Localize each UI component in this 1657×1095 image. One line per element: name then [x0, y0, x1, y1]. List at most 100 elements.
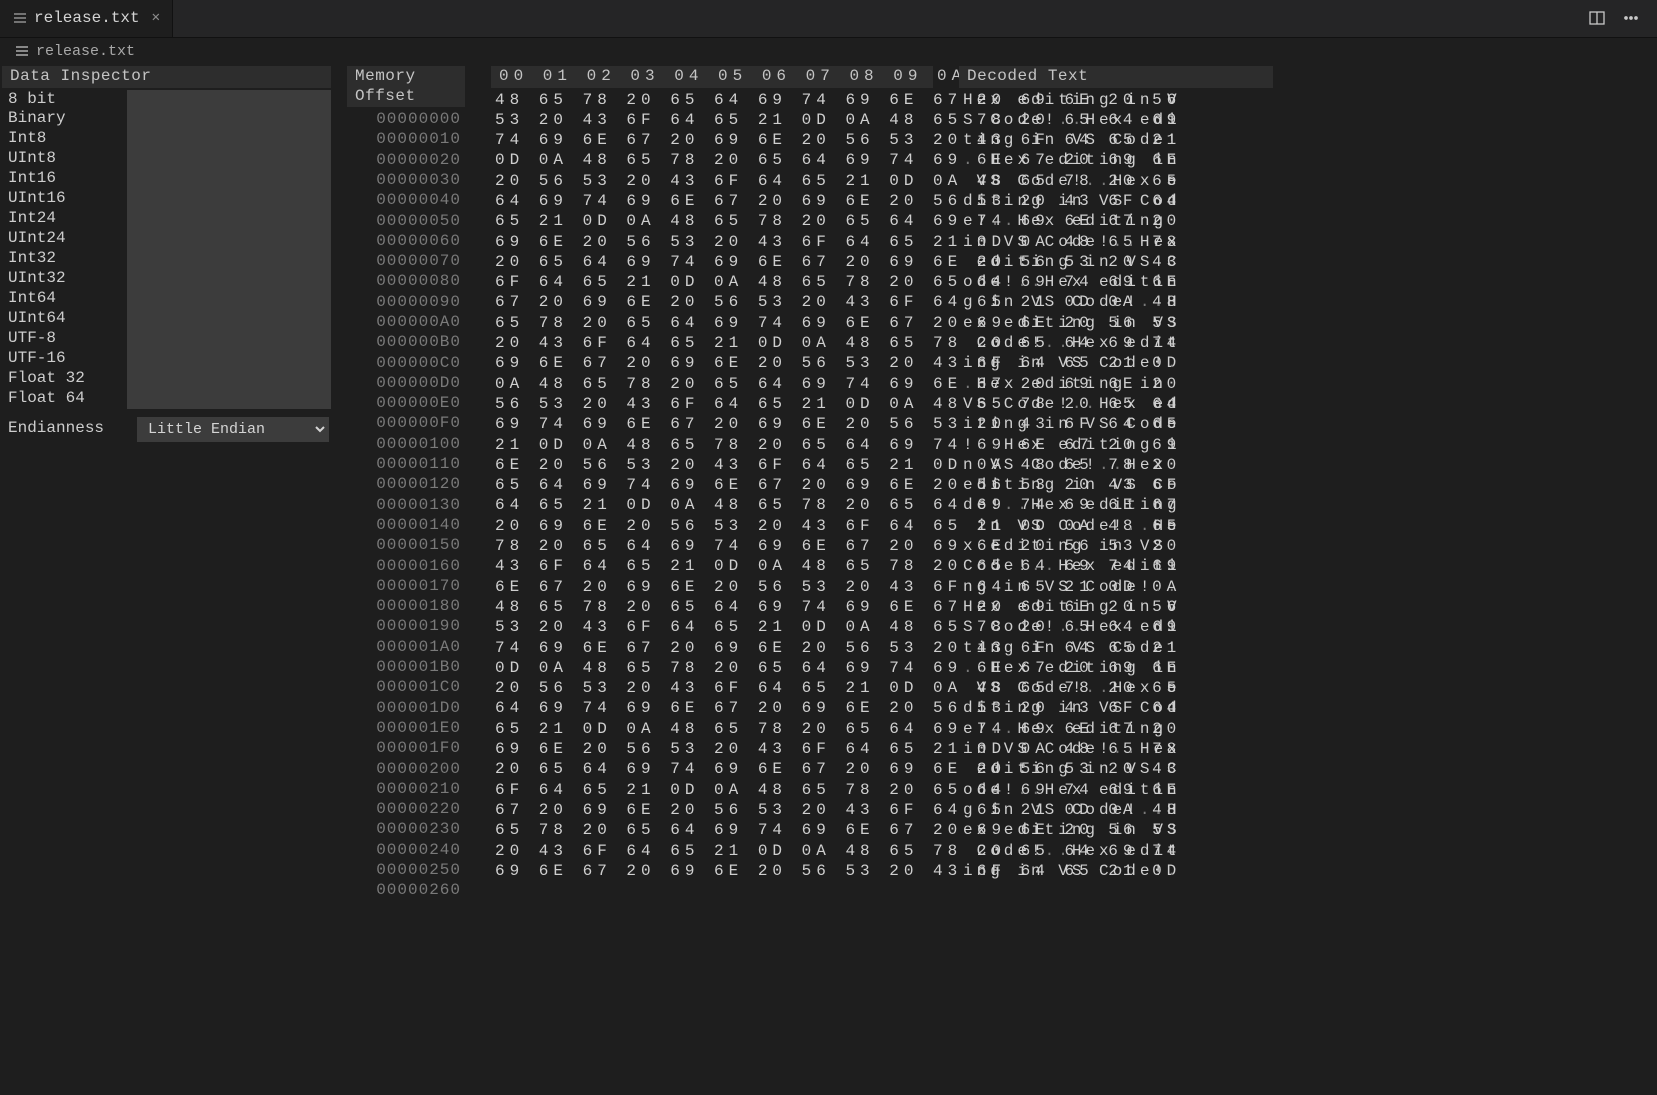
decoded-cell[interactable]: Code!..Hex edit	[957, 333, 1275, 353]
bytes-cell[interactable]: 65 21 0D 0A 48 65 78 20 65 64 69 74 69 6…	[489, 719, 935, 739]
inspector-row-value[interactable]	[127, 149, 331, 169]
decoded-cell[interactable]: diting in VS Cod	[957, 698, 1275, 718]
offset-cell[interactable]: 00000230	[345, 819, 467, 839]
offset-cell[interactable]: 00000190	[345, 616, 467, 636]
decoded-cell[interactable]: Code!..Hex editi	[957, 556, 1275, 576]
decoded-cell[interactable]: g in VS Code!..H	[957, 800, 1275, 820]
offset-cell[interactable]: 00000150	[345, 535, 467, 555]
bytes-cell[interactable]: 64 69 74 69 6E 67 20 69 6E 20 56 53 20 4…	[489, 698, 935, 718]
bytes-cell[interactable]: 20 69 6E 20 56 53 20 43 6F 64 65 21 0D 0…	[489, 516, 935, 536]
bytes-cell[interactable]: 53 20 43 6F 64 65 21 0D 0A 48 65 78 20 6…	[489, 617, 935, 637]
bytes-cell[interactable]: 20 43 6F 64 65 21 0D 0A 48 65 78 20 65 6…	[489, 841, 935, 861]
offset-cell[interactable]: 000001D0	[345, 698, 467, 718]
decoded-cell[interactable]: .Hex editing in	[957, 374, 1275, 394]
bytes-cell[interactable]: 65 78 20 65 64 69 74 69 6E 67 20 69 6E 2…	[489, 820, 935, 840]
inspector-row-value[interactable]	[127, 389, 331, 409]
more-icon[interactable]	[1623, 9, 1639, 29]
decoded-cell[interactable]: editing in VS C	[957, 252, 1275, 272]
decoded-cell[interactable]: diting in VS Cod	[957, 191, 1275, 211]
decoded-cell[interactable]: ting in VS Code!	[957, 130, 1275, 150]
inspector-row-value[interactable]	[127, 289, 331, 309]
offset-cell[interactable]: 00000080	[345, 271, 467, 291]
decoded-cell[interactable]: ing in VS Code!.	[957, 353, 1275, 373]
bytes-cell[interactable]: 48 65 78 20 65 64 69 74 69 6E 67 20 69 6…	[489, 597, 935, 617]
decoded-cell[interactable]: S Code!..Hex edi	[957, 617, 1275, 637]
offset-cell[interactable]: 00000180	[345, 596, 467, 616]
inspector-row-value[interactable]	[127, 269, 331, 289]
offset-cell[interactable]: 00000160	[345, 556, 467, 576]
decoded-cell[interactable]: e!..Hex editing	[957, 211, 1275, 231]
inspector-row-value[interactable]	[127, 169, 331, 189]
decoded-cell[interactable]: ng in VS Code!..	[957, 577, 1275, 597]
offset-cell[interactable]: 00000170	[345, 576, 467, 596]
inspector-row-value[interactable]	[127, 229, 331, 249]
offset-cell[interactable]: 00000060	[345, 231, 467, 251]
offset-cell[interactable]: 000001B0	[345, 657, 467, 677]
offset-cell[interactable]: 000000E0	[345, 393, 467, 413]
offset-cell[interactable]: 00000010	[345, 129, 467, 149]
inspector-row-value[interactable]	[127, 129, 331, 149]
decoded-cell[interactable]: VS Code!..Hex e	[957, 171, 1275, 191]
offset-cell[interactable]: 000000B0	[345, 332, 467, 352]
bytes-cell[interactable]: 0A 48 65 78 20 65 64 69 74 69 6E 67 20 6…	[489, 374, 935, 394]
decoded-cell[interactable]: VS Code!..Hex ed	[957, 394, 1275, 414]
bytes-cell[interactable]: 20 65 64 69 74 69 6E 67 20 69 6E 20 56 5…	[489, 252, 935, 272]
offset-cell[interactable]: 000001A0	[345, 637, 467, 657]
bytes-cell[interactable]: 78 20 65 64 69 74 69 6E 67 20 69 6E 20 5…	[489, 536, 935, 556]
offset-cell[interactable]: 00000020	[345, 150, 467, 170]
offset-cell[interactable]: 00000090	[345, 292, 467, 312]
bytes-cell[interactable]: 64 69 74 69 6E 67 20 69 6E 20 56 53 20 4…	[489, 191, 935, 211]
offset-cell[interactable]: 00000100	[345, 434, 467, 454]
inspector-row-value[interactable]	[127, 309, 331, 329]
bytes-cell[interactable]: 20 43 6F 64 65 21 0D 0A 48 65 78 20 65 6…	[489, 333, 935, 353]
bytes-cell[interactable]: 20 65 64 69 74 69 6E 67 20 69 6E 20 56 5…	[489, 759, 935, 779]
offset-cell[interactable]: 00000240	[345, 840, 467, 860]
bytes-cell[interactable]: 65 21 0D 0A 48 65 78 20 65 64 69 74 69 6…	[489, 211, 935, 231]
offset-cell[interactable]: 000000D0	[345, 373, 467, 393]
inspector-row-value[interactable]	[127, 349, 331, 369]
offset-cell[interactable]: 00000030	[345, 170, 467, 190]
inspector-row-value[interactable]	[127, 90, 331, 129]
inspector-row-value[interactable]	[127, 329, 331, 349]
bytes-cell[interactable]: 64 65 21 0D 0A 48 65 78 20 65 64 69 74 6…	[489, 495, 935, 515]
decoded-cell[interactable]: e!..Hex editing	[957, 719, 1275, 739]
inspector-row-value[interactable]	[127, 369, 331, 389]
decoded-cell[interactable]: editing in VS C	[957, 759, 1275, 779]
decoded-cell[interactable]: VS Code!..Hex e	[957, 678, 1275, 698]
offset-cell[interactable]: 000000F0	[345, 413, 467, 433]
bytes-cell[interactable]: 6E 20 56 53 20 43 6F 64 65 21 0D 0A 48 6…	[489, 455, 935, 475]
decoded-cell[interactable]: Hex editing in V	[957, 90, 1275, 110]
decoded-cell[interactable]: ode!..Hex editin	[957, 780, 1275, 800]
decoded-cell[interactable]: Code!..Hex edit	[957, 841, 1275, 861]
decoded-cell[interactable]: editing in VS Co	[957, 475, 1275, 495]
decoded-cell[interactable]: ode!..Hex editin	[957, 272, 1275, 292]
offset-cell[interactable]: 00000000	[345, 109, 467, 129]
decoded-cell[interactable]: in VS Code!..Hex	[957, 232, 1275, 252]
decoded-cell[interactable]: de!..Hex editing	[957, 495, 1275, 515]
bytes-cell[interactable]: 69 6E 20 56 53 20 43 6F 64 65 21 0D 0A 4…	[489, 232, 935, 252]
bytes-cell[interactable]: 56 53 20 43 6F 64 65 21 0D 0A 48 65 78 2…	[489, 394, 935, 414]
inspector-row-value[interactable]	[127, 209, 331, 229]
inspector-row-value[interactable]	[127, 249, 331, 269]
offset-cell[interactable]: 000001C0	[345, 677, 467, 697]
offset-cell[interactable]: 00000070	[345, 251, 467, 271]
bytes-cell[interactable]: 48 65 78 20 65 64 69 74 69 6E 67 20 69 6…	[489, 90, 935, 110]
decoded-cell[interactable]: in VS Code!..He	[957, 516, 1275, 536]
offset-cell[interactable]: 00000210	[345, 779, 467, 799]
offset-cell[interactable]: 00000200	[345, 759, 467, 779]
bytes-cell[interactable]: 0D 0A 48 65 78 20 65 64 69 74 69 6E 67 2…	[489, 150, 935, 170]
bytes-cell[interactable]: 20 56 53 20 43 6F 64 65 21 0D 0A 48 65 7…	[489, 678, 935, 698]
decoded-cell[interactable]: g in VS Code!..H	[957, 292, 1275, 312]
bytes-cell[interactable]: 20 56 53 20 43 6F 64 65 21 0D 0A 48 65 7…	[489, 171, 935, 191]
offset-cell[interactable]: 00000220	[345, 799, 467, 819]
decoded-cell[interactable]: ting in VS Code!	[957, 638, 1275, 658]
decoded-cell[interactable]: n VS Code!..Hex	[957, 455, 1275, 475]
bytes-cell[interactable]: 21 0D 0A 48 65 78 20 65 64 69 74 69 6E 6…	[489, 435, 935, 455]
endianness-select[interactable]: Little EndianBig Endian	[137, 417, 329, 442]
bytes-cell[interactable]: 74 69 6E 67 20 69 6E 20 56 53 20 43 6F 6…	[489, 638, 935, 658]
tab-release[interactable]: release.txt ✕	[0, 0, 173, 37]
bytes-cell[interactable]: 6E 67 20 69 6E 20 56 53 20 43 6F 64 65 2…	[489, 577, 935, 597]
split-editor-icon[interactable]	[1589, 9, 1605, 29]
offset-cell[interactable]: 00000130	[345, 495, 467, 515]
offset-cell[interactable]: 000000A0	[345, 312, 467, 332]
